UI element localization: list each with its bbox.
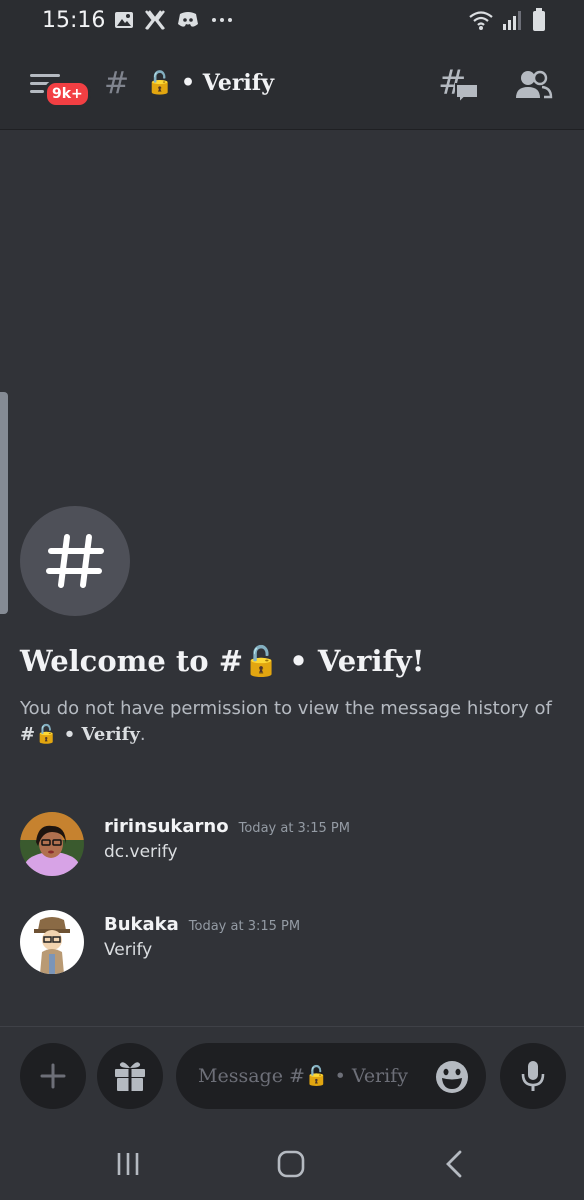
gallery-icon	[115, 12, 133, 28]
channel-title[interactable]: 🔓 • Verify	[146, 70, 274, 96]
edge-panel-handle[interactable]	[0, 392, 8, 614]
message-timestamp: Today at 3:15 PM	[188, 919, 301, 934]
message-author[interactable]: Bukaka Today at 3:15 PM	[104, 914, 300, 935]
hash-icon	[46, 534, 104, 588]
channel-hash-icon: #	[104, 66, 130, 101]
system-navigation-bar	[0, 1126, 584, 1200]
recent-apps-button[interactable]	[108, 1146, 148, 1182]
avatar[interactable]	[20, 910, 84, 974]
message-author[interactable]: ririnsukarno Today at 3:15 PM	[104, 816, 350, 837]
back-button[interactable]	[434, 1146, 474, 1182]
wifi-icon	[469, 11, 493, 30]
author-name[interactable]: ririnsukarno	[104, 816, 229, 837]
status-time: 15:16	[42, 8, 106, 33]
x-icon	[145, 10, 165, 30]
message[interactable]: Bukaka Today at 3:15 PM Verify	[20, 910, 560, 978]
welcome-description-end: .	[139, 724, 146, 745]
emoji-icon	[436, 1061, 468, 1093]
message[interactable]: ririnsukarno Today at 3:15 PM dc.verify	[20, 812, 560, 880]
message-content: Verify	[104, 940, 153, 960]
welcome-title: Welcome to #🔓 • Verify!	[20, 644, 425, 678]
microphone-icon	[521, 1061, 545, 1091]
status-bar: 15:16	[0, 0, 584, 44]
signal-icon	[503, 11, 521, 30]
channel-header: 9k+ # 🔓 • Verify #	[0, 44, 584, 130]
threads-button[interactable]: #	[438, 63, 480, 106]
members-icon	[516, 70, 553, 99]
attach-button[interactable]	[20, 1043, 86, 1109]
welcome-channel-mention[interactable]: #🔓 • Verify	[20, 724, 140, 745]
back-icon	[446, 1150, 462, 1178]
voice-message-button[interactable]	[500, 1043, 566, 1109]
gift-button[interactable]	[97, 1043, 163, 1109]
avatar[interactable]	[20, 812, 84, 876]
emoji-button[interactable]	[434, 1059, 470, 1095]
more-notifications-icon	[212, 18, 232, 22]
unread-badge: 9k+	[44, 80, 91, 108]
plus-icon	[40, 1063, 66, 1089]
home-icon	[277, 1150, 305, 1178]
welcome-description: You do not have permission to view the m…	[20, 696, 560, 748]
members-button[interactable]	[514, 66, 554, 106]
message-content: dc.verify	[104, 842, 178, 862]
discord-icon	[178, 12, 198, 27]
message-timestamp: Today at 3:15 PM	[238, 821, 350, 836]
threads-icon: #	[438, 63, 479, 106]
recent-apps-icon	[117, 1153, 139, 1175]
author-name[interactable]: Bukaka	[104, 914, 179, 935]
battery-icon	[533, 8, 545, 31]
home-button[interactable]	[271, 1146, 311, 1182]
channel-hash-avatar	[20, 506, 130, 616]
system-icons	[468, 8, 546, 32]
notification-icons	[114, 10, 234, 30]
gift-icon	[115, 1062, 145, 1091]
welcome-description-text: You do not have permission to view the m…	[20, 698, 552, 719]
message-composer	[0, 1026, 584, 1126]
